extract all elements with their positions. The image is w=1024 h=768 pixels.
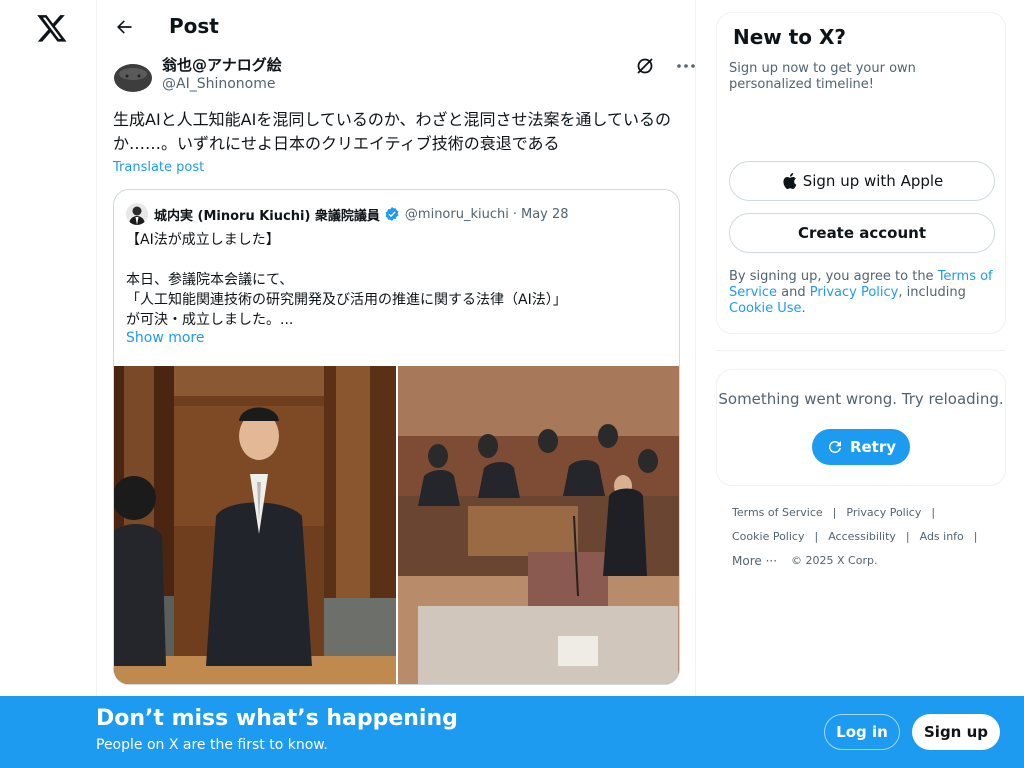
bottom-signup-bar: Don’t miss what’s happening People on X … [0,696,1024,768]
footer-separator: | [832,506,837,519]
left-nav [0,0,97,768]
quoted-line: が可決・成立しました。... [126,312,294,328]
footer-row: Terms of Service | Privacy Policy | [732,505,1002,521]
author-name[interactable]: 翁也@アナログ絵 [162,54,282,75]
error-card: Something went wrong. Try reloading. Ret… [716,369,1006,486]
error-message: Something went wrong. Try reloading. [718,390,1004,408]
translate-post-link[interactable]: Translate post [113,160,204,175]
retry-label: Retry [849,438,897,456]
quoted-media [114,366,679,684]
verified-badge-icon [384,206,400,222]
footer-separator: | [905,530,910,543]
quoted-line: 「人工知能関連技術の研究開発及び活用の推進に関する法律（AI法）」 [126,292,567,308]
footer-separator: | [973,530,978,543]
apple-icon [781,172,797,190]
page-title: Post [169,14,219,38]
footer-separator: | [814,530,819,543]
refresh-icon [828,441,841,453]
quoted-post-header: 城内実 (Minoru Kiuchi) 衆議院議員 @minoru_kiuchi… [126,202,671,226]
sign-up-button[interactable]: Sign up [912,714,1000,750]
quoted-post[interactable]: 城内実 (Minoru Kiuchi) 衆議院議員 @minoru_kiuchi… [113,189,680,685]
footer-cookie-link[interactable]: Cookie Policy [732,529,804,545]
signup-card-title: New to X? [733,25,847,49]
quoted-author-avatar[interactable] [126,203,148,225]
back-arrow-icon[interactable] [107,10,141,44]
sign-up-with-apple-label: Sign up with Apple [802,172,944,190]
quoted-line: 本日、参議院本会議にて、 [126,272,294,288]
quoted-line: 【AI法が成立しました】 [126,232,280,248]
log-in-button[interactable]: Log in [824,714,900,750]
legal-prefix: By signing up, you agree to the [729,269,938,284]
footer-terms-link[interactable]: Terms of Service [732,505,823,521]
footer-accessibility-link[interactable]: Accessibility [828,529,896,545]
cookie-use-link[interactable]: Cookie Use [729,301,802,316]
author-avatar[interactable] [113,56,153,96]
quoted-author-handle[interactable]: @minoru_kiuchi [405,207,509,222]
author-handle[interactable]: @AI_Shinonome [162,76,275,92]
privacy-link[interactable]: Privacy Policy [810,285,899,300]
legal-including: , including [898,285,966,300]
footer-copyright: © 2025 X Corp. [791,554,878,567]
footer-privacy-link[interactable]: Privacy Policy [846,505,921,521]
signup-card-subtitle: Sign up now to get your own personalized… [729,61,916,92]
post-text: 生成AIと人工知能AIを混同しているのか、わざと混同させ法案を通しているのか……… [113,110,672,153]
quoted-post-text: 【AI法が成立しました】 本日、参議院本会議にて、 「人工知能関連技術の研究開発… [126,230,671,330]
legal-and: and [777,285,810,300]
legal-period: . [801,301,806,316]
signup-legal-text: By signing up, you agree to the Terms of… [729,269,997,317]
quoted-post-date[interactable]: May 28 [521,207,569,222]
quoted-line [126,250,671,270]
footer-ads-link[interactable]: Ads info [920,529,964,545]
sign-up-with-apple-button[interactable]: Sign up with Apple [729,161,995,201]
quoted-author-name[interactable]: 城内実 (Minoru Kiuchi) 衆議院議員 [154,205,380,224]
signup-card: New to X? Sign up now to get your own pe… [716,12,1006,334]
main-column: Post 翁也@アナログ絵 @AI_Shinonome 生成AIと人工知能AIを… [96,0,696,768]
bottom-bar-title: Don’t miss what’s happening [96,706,458,731]
x-logo-icon[interactable] [36,12,68,44]
grok-icon[interactable] [635,56,655,76]
post-author: 翁也@アナログ絵 @AI_Shinonome [113,52,695,96]
photo-left[interactable] [114,366,396,684]
more-options-icon[interactable] [675,56,697,76]
post-header: Post [97,0,695,53]
footer-row: Cookie Policy | Accessibility | Ads info | [732,529,1002,545]
footer-more-link[interactable]: More ··· [732,553,777,569]
footer-links: Terms of Service | Privacy Policy | Cookie… [732,505,1002,577]
footer-separator: | [931,506,936,519]
show-more-link[interactable]: Show more [126,330,205,346]
retry-button[interactable]: Retry [812,429,910,465]
right-column-divider [716,350,1006,351]
photo-right[interactable] [398,366,679,684]
bottom-bar-subtitle: People on X are the first to know. [96,737,328,753]
separator-dot: · [512,206,517,222]
footer-row: More ··· © 2025 X Corp. [732,553,1002,569]
create-account-button[interactable]: Create account [729,213,995,253]
